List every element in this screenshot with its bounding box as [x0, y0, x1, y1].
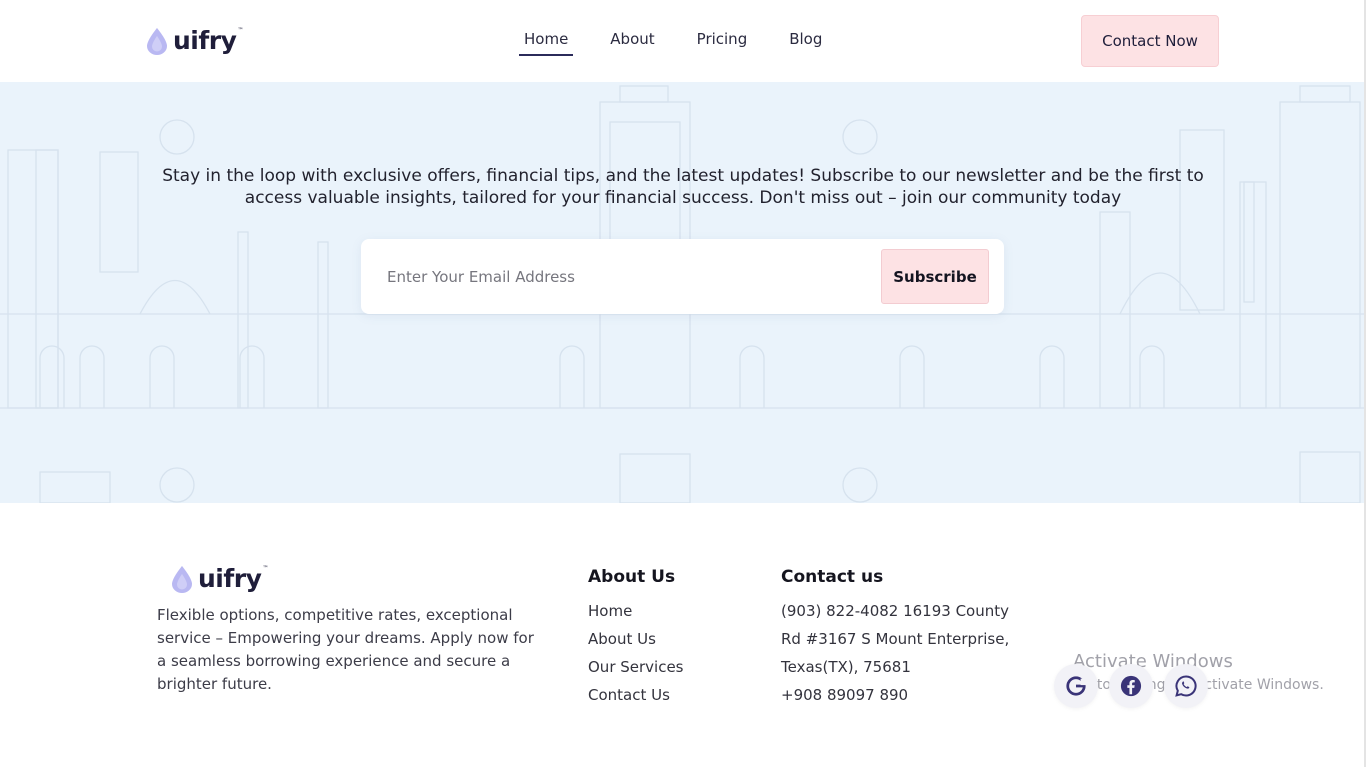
nav-home[interactable]: Home	[519, 30, 574, 56]
logo-wordmark: uifry	[173, 26, 237, 55]
footer-link-our-services[interactable]: Our Services	[588, 653, 684, 681]
about-us-heading: About Us	[588, 567, 676, 587]
header-logo[interactable]: uifry ™	[146, 26, 243, 55]
nav-blog[interactable]: Blog	[784, 30, 827, 56]
subscribe-form: Subscribe	[361, 239, 1004, 314]
whatsapp-icon[interactable]	[1164, 664, 1208, 708]
newsletter-line-1: Stay in the loop with exclusive offers, …	[162, 166, 1204, 186]
footer-link-home[interactable]: Home	[588, 597, 684, 625]
nav-pricing[interactable]: Pricing	[692, 30, 753, 56]
google-icon[interactable]	[1054, 664, 1098, 708]
footer-logo[interactable]: uifry ™	[171, 564, 268, 593]
logo-drop-icon	[172, 565, 192, 593]
email-input[interactable]	[385, 259, 869, 295]
footer-link-contact-us[interactable]: Contact Us	[588, 681, 684, 709]
nav-about[interactable]: About	[605, 30, 659, 56]
newsletter-line-2: access valuable insights, tailored for y…	[244, 188, 1122, 208]
contact-details: (903) 822-4082 16193 County Rd #3167 S M…	[781, 597, 1011, 709]
logo-drop-icon	[147, 27, 167, 55]
main-nav: Home About Pricing Blog	[519, 30, 859, 56]
logo-trademark: ™	[262, 565, 269, 572]
footer-description: Flexible options, competitive rates, exc…	[157, 606, 534, 693]
newsletter-section: Stay in the loop with exclusive offers, …	[0, 82, 1366, 503]
facebook-icon[interactable]	[1109, 664, 1153, 708]
contact-phone: +908 89097 890	[781, 686, 909, 704]
subscribe-button[interactable]: Subscribe	[881, 249, 989, 304]
contact-address: (903) 822-4082 16193 County Rd #3167 S M…	[781, 602, 1010, 676]
newsletter-description: Stay in the loop with exclusive offers, …	[150, 165, 1216, 209]
logo-trademark: ™	[237, 27, 244, 34]
social-links	[1054, 664, 1219, 708]
contact-us-heading: Contact us	[781, 567, 884, 587]
logo-wordmark: uifry	[198, 564, 262, 593]
about-us-links: Home About Us Our Services Contact Us	[588, 597, 684, 709]
site-header: uifry ™ Home About Pricing Blog Contact N…	[0, 0, 1366, 82]
footer-link-about-us[interactable]: About Us	[588, 625, 684, 653]
contact-now-button[interactable]: Contact Now	[1081, 15, 1219, 67]
